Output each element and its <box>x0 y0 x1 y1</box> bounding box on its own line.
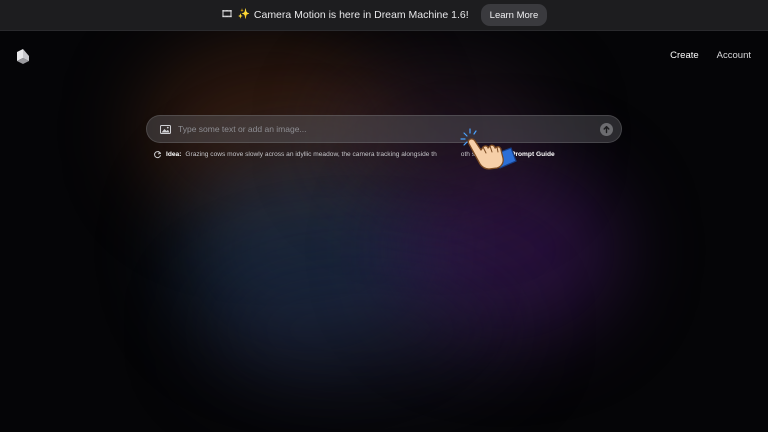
nav-account-link[interactable]: Account <box>717 50 751 61</box>
nav-create-link[interactable]: Create <box>670 50 699 61</box>
sparkles-icon: ✨ <box>237 9 250 20</box>
luma-logo-icon[interactable] <box>15 48 31 64</box>
submit-button[interactable] <box>600 122 613 136</box>
pointing-hand-cursor-icon <box>460 128 517 170</box>
announcement-bar: 🎞 ✨ Camera Motion is here in Dream Machi… <box>0 0 768 31</box>
prompt-input[interactable] <box>178 124 600 134</box>
prompt-guide-link[interactable]: Prompt Guide <box>511 151 555 158</box>
add-image-button[interactable] <box>152 116 178 142</box>
refresh-icon <box>154 151 162 159</box>
announcement-message: 🎞 ✨ Camera Motion is here in Dream Machi… <box>221 9 469 21</box>
idea-text-head: Grazing cows move slowly across an idyll… <box>185 151 437 158</box>
background-glow <box>200 260 520 400</box>
idea-label: Idea: <box>166 151 182 158</box>
image-icon <box>159 124 171 134</box>
top-nav: Create Account <box>670 50 751 61</box>
learn-more-button[interactable]: Learn More <box>480 4 548 26</box>
background-glow <box>180 150 440 350</box>
refresh-idea-button[interactable] <box>153 150 162 159</box>
announcement-text: Camera Motion is here in Dream Machine 1… <box>253 9 469 21</box>
page: 🎞 ✨ Camera Motion is here in Dream Machi… <box>0 0 768 432</box>
idea-row: Idea: Grazing cows move slowly across an… <box>153 150 623 159</box>
prompt-bar <box>146 115 622 143</box>
film-frames-icon: 🎞 <box>220 9 234 20</box>
background-glow <box>390 160 620 340</box>
submit-arrow-icon <box>603 125 610 133</box>
